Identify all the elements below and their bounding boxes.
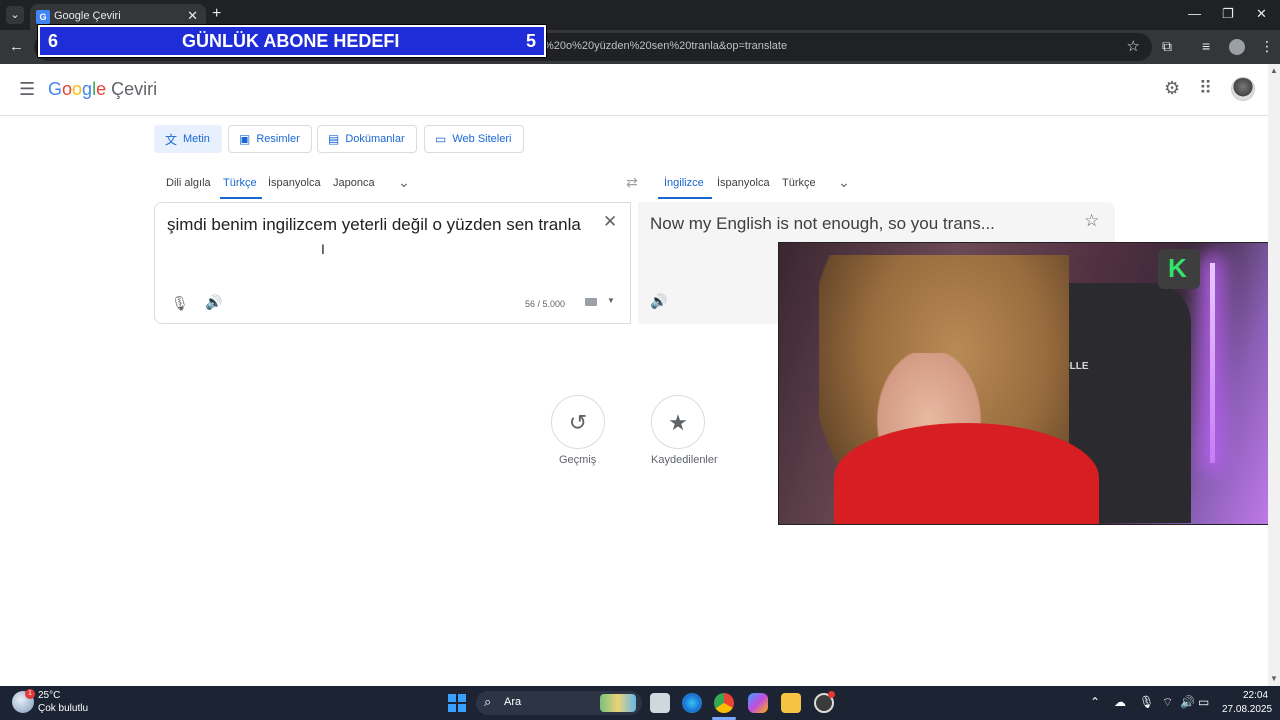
google-logo[interactable]: Google Çeviri	[48, 79, 157, 100]
light-bar	[1210, 263, 1215, 463]
translate-icon: 文	[165, 132, 178, 147]
source-lang-japanese[interactable]: Japonca	[333, 177, 375, 189]
chevron-down-icon[interactable]: ⌄	[838, 174, 850, 191]
document-icon: ▤	[328, 132, 340, 146]
chevron-down-icon[interactable]: ⌄	[398, 174, 410, 191]
windows-start-icon[interactable]	[448, 694, 466, 712]
star-outline-icon[interactable]: ☆	[1127, 37, 1140, 55]
source-lang-turkish[interactable]: Türkçe	[223, 177, 257, 189]
clock-time[interactable]: 22:04	[1243, 690, 1268, 701]
microphone-icon[interactable]: 🎙	[171, 295, 189, 312]
source-text-panel[interactable]: şimdi benim ingilizcem yeterli değil o y…	[154, 202, 631, 324]
battery-icon[interactable]: ▭	[1198, 695, 1209, 709]
recording-badge	[828, 691, 835, 698]
close-icon[interactable]: ✕	[187, 8, 198, 24]
target-lang-turkish[interactable]: Türkçe	[782, 177, 816, 189]
scroll-down-icon[interactable]: ▼	[1270, 674, 1278, 683]
folder-icon[interactable]	[781, 693, 801, 713]
history-icon: ↺	[568, 410, 588, 435]
kick-logo-letter: K	[1168, 253, 1187, 283]
person-shirt	[834, 423, 1099, 524]
target-lang-active-indicator	[658, 197, 712, 199]
profile-avatar[interactable]	[1229, 39, 1245, 55]
caret-down-icon[interactable]: ▼	[607, 296, 615, 305]
image-icon: ▣	[239, 132, 251, 146]
source-textarea[interactable]: şimdi benim ingilizcem yeterli değil o y…	[167, 213, 587, 237]
extensions-icon[interactable]: ⧉	[1162, 38, 1172, 55]
search-icon: ⌕	[484, 694, 492, 709]
source-lang-spanish[interactable]: İspanyolca	[268, 177, 321, 189]
history-button[interactable]: ↺	[551, 395, 605, 449]
mode-documents-button[interactable]: ▤ Dokümanlar	[317, 125, 417, 153]
task-view-icon[interactable]	[650, 693, 670, 713]
tab-title: Google Çeviri	[54, 10, 121, 22]
webcam-overlay: FASHCOLLE K	[778, 242, 1280, 525]
char-count: 56 / 5.000	[525, 299, 566, 309]
mode-images-button[interactable]: ▣ Resimler	[228, 125, 312, 153]
chrome-icon[interactable]	[714, 693, 734, 713]
logo-product-name: Çeviri	[111, 79, 158, 99]
window-close-icon[interactable]: ✕	[1256, 6, 1267, 22]
edge-icon[interactable]	[682, 693, 702, 713]
subscriber-goal-overlay: 6 GÜNLÜK ABONE HEDEFI 5	[38, 25, 546, 57]
goal-left-number: 6	[48, 31, 59, 51]
goal-title: GÜNLÜK ABONE HEDEFI	[182, 31, 400, 51]
weather-description[interactable]: Çok bulutlu	[38, 703, 88, 714]
hamburger-menu-icon[interactable]: ☰	[19, 79, 35, 100]
plus-icon[interactable]: +	[212, 5, 221, 23]
page-scrollbar[interactable]	[1268, 64, 1280, 686]
wifi-icon[interactable]: ⌔	[1162, 695, 1173, 710]
gear-icon[interactable]: ⚙	[1164, 78, 1180, 99]
clock-date[interactable]: 27.08.2025	[1222, 704, 1272, 715]
mode-websites-button[interactable]: ▭ Web Siteleri	[424, 125, 524, 153]
saved-label: Kaydedilenler	[651, 454, 718, 466]
tab-list-icon[interactable]: ⌄	[6, 6, 24, 24]
mode-label: Resimler	[256, 133, 300, 145]
temperature[interactable]: 25°C	[38, 690, 60, 701]
minimize-icon[interactable]: —	[1188, 6, 1201, 21]
source-lang-detect[interactable]: Dili algıla	[166, 177, 211, 189]
apps-grid-icon[interactable]: ⠿	[1199, 78, 1212, 99]
google-translate-icon: G	[36, 10, 50, 24]
media-icon[interactable]: ≡	[1202, 38, 1210, 54]
search-label: Ara	[504, 696, 522, 708]
target-lang-english[interactable]: İngilizce	[664, 177, 704, 189]
star-icon: ★	[668, 410, 688, 435]
weather-badge: 1	[25, 689, 35, 699]
swap-languages-icon[interactable]: ⇄	[626, 174, 638, 191]
history-label: Geçmiş	[559, 454, 597, 466]
close-icon[interactable]: ✕	[603, 212, 617, 232]
more-vert-icon[interactable]: ⋮	[1260, 38, 1274, 55]
copilot-icon[interactable]	[748, 693, 768, 713]
search-highlight-image	[600, 694, 636, 712]
translate-header: ☰ Google Çeviri ⚙ ⠿	[0, 64, 1268, 116]
maximize-icon[interactable]: ❐	[1222, 6, 1234, 22]
keyboard-icon[interactable]	[585, 298, 597, 306]
chevron-up-icon[interactable]: ⌃	[1090, 695, 1100, 709]
windows-taskbar: 1 25°C Çok bulutlu ⌕ Ara ⌃ ☁ 🎙 ⌔ 🔊 ▭ 22:…	[0, 686, 1280, 720]
text-cursor-icon: I	[321, 241, 325, 257]
mode-text-button[interactable]: 文 Metin	[154, 125, 222, 153]
mode-label: Metin	[183, 133, 210, 145]
taskbar-search[interactable]: ⌕ Ara	[476, 691, 642, 715]
url-text: %20o%20yüzden%20sen%20tranla&op=translat…	[544, 40, 788, 52]
website-icon: ▭	[435, 132, 447, 146]
speaker-icon[interactable]: 🔊	[650, 293, 667, 310]
mode-label: Dokümanlar	[345, 133, 405, 145]
scroll-up-icon[interactable]: ▲	[1270, 66, 1278, 75]
volume-icon[interactable]: 🔊	[1180, 695, 1195, 709]
saved-button[interactable]: ★	[651, 395, 705, 449]
mode-label: Web Siteleri	[452, 133, 512, 145]
source-lang-active-indicator	[220, 197, 262, 199]
translation-output: Now my English is not enough, so you tra…	[650, 214, 995, 233]
onedrive-cloud-icon[interactable]: ☁	[1114, 695, 1126, 709]
star-outline-icon[interactable]: ☆	[1084, 211, 1099, 231]
goal-right-number: 5	[525, 31, 536, 51]
back-arrow-icon[interactable]: ←	[9, 38, 24, 55]
avatar[interactable]	[1231, 77, 1255, 101]
microphone-icon[interactable]: 🎙	[1139, 695, 1154, 709]
speaker-icon[interactable]: 🔊	[205, 294, 222, 311]
target-lang-spanish[interactable]: İspanyolca	[717, 177, 770, 189]
